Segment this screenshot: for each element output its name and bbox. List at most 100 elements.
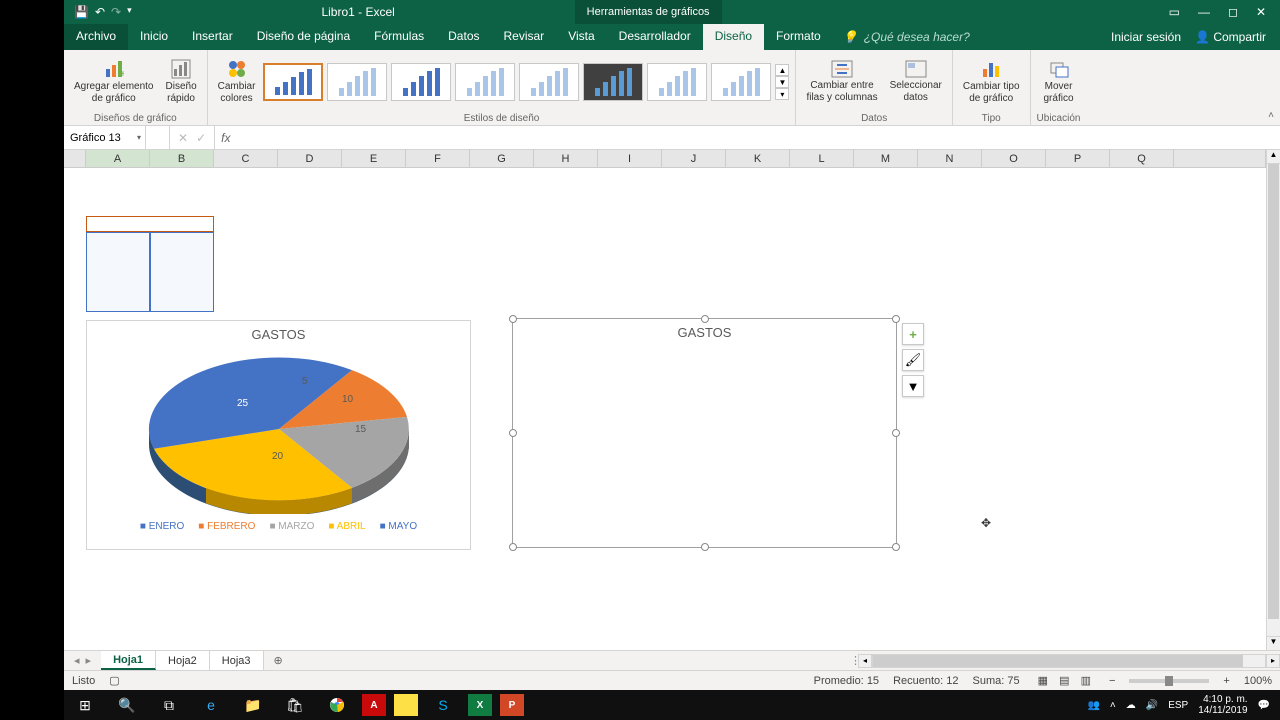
column-header[interactable]: P	[1046, 150, 1110, 168]
tab-desarrollador[interactable]: Desarrollador	[607, 24, 703, 50]
collapse-ribbon-icon[interactable]: ˄	[1268, 110, 1274, 121]
store-icon[interactable]: 🛍	[278, 691, 312, 719]
column-header[interactable]: C	[214, 150, 278, 168]
pie-chart-object[interactable]: GASTOS 5 10	[86, 320, 471, 550]
view-normal-icon[interactable]: ▦	[1034, 675, 1052, 687]
tab-datos[interactable]: Datos	[436, 24, 491, 50]
hscroll-thumb[interactable]	[873, 655, 1243, 667]
close-icon[interactable]: ✕	[1256, 5, 1266, 19]
hscroll-right-icon[interactable]: ▸	[1266, 654, 1280, 668]
tab-insertar[interactable]: Insertar	[180, 24, 245, 50]
chrome-icon[interactable]	[320, 691, 354, 719]
scroll-up-icon[interactable]: ▲	[1267, 150, 1280, 164]
gallery-up-icon[interactable]: ▲	[775, 64, 789, 76]
zoom-out-icon[interactable]: −	[1109, 675, 1115, 687]
system-clock[interactable]: 4:10 p. m.14/11/2019	[1198, 694, 1247, 716]
select-data-button[interactable]: Seleccionar datos	[886, 58, 946, 106]
switch-row-column-button[interactable]: Cambiar entre filas y columnas	[802, 58, 881, 106]
action-center-icon[interactable]: 💬	[1258, 700, 1270, 711]
accept-formula-icon[interactable]: ✓	[196, 131, 206, 145]
column-header[interactable]: N	[918, 150, 982, 168]
edge-icon[interactable]: e	[194, 691, 228, 719]
fx-icon[interactable]: fx	[215, 126, 236, 149]
tray-up-icon[interactable]: ˄	[1110, 700, 1116, 711]
chart-filters-button[interactable]: ▼	[902, 375, 924, 397]
vertical-scrollbar[interactable]: ▲ ▼	[1266, 150, 1280, 650]
quick-layout-button[interactable]: Diseño rápido	[162, 57, 201, 107]
chart-style-6[interactable]	[583, 63, 643, 101]
formula-input[interactable]	[236, 126, 1280, 149]
move-chart-button[interactable]: Mover gráfico	[1040, 57, 1078, 107]
change-chart-type-button[interactable]: Cambiar tipo de gráfico	[959, 57, 1024, 107]
tab-chart-formato[interactable]: Formato	[764, 24, 833, 50]
sheet-tab-hoja3[interactable]: Hoja3	[210, 651, 264, 670]
start-button[interactable]: ⊞	[68, 691, 102, 719]
task-view-icon[interactable]: ⧉	[152, 691, 186, 719]
chart-style-8[interactable]	[711, 63, 771, 101]
column-header[interactable]: I	[598, 150, 662, 168]
sticky-notes-icon[interactable]	[394, 694, 418, 716]
gallery-more-icon[interactable]: ▾	[775, 88, 789, 100]
macro-record-icon[interactable]: ▢	[109, 674, 119, 687]
chart-elements-button[interactable]: +	[902, 323, 924, 345]
cancel-formula-icon[interactable]: ✕	[178, 131, 188, 145]
acrobat-icon[interactable]: A	[362, 694, 386, 716]
sheet-tab-hoja1[interactable]: Hoja1	[101, 651, 156, 670]
tab-revisar[interactable]: Revisar	[492, 24, 557, 50]
powerpoint-icon[interactable]: P	[500, 694, 524, 716]
column-header[interactable]: B	[150, 150, 214, 168]
customize-qat-icon[interactable]: ▾	[127, 5, 132, 19]
column-header[interactable]: A	[86, 150, 150, 168]
zoom-in-icon[interactable]: +	[1223, 675, 1229, 687]
undo-icon[interactable]: ↶	[95, 5, 105, 19]
change-colors-button[interactable]: Cambiar colores	[214, 57, 260, 107]
excel-taskbar-icon[interactable]: X	[468, 694, 492, 716]
zoom-level[interactable]: 100%	[1244, 675, 1272, 687]
chart-style-4[interactable]	[455, 63, 515, 101]
column-header[interactable]: Q	[1110, 150, 1174, 168]
column-header[interactable]: G	[470, 150, 534, 168]
chart-styles-button[interactable]: 🖌	[902, 349, 924, 371]
column-header[interactable]: J	[662, 150, 726, 168]
column-header[interactable]: H	[534, 150, 598, 168]
column-header[interactable]: M	[854, 150, 918, 168]
sheet-nav-prev-icon[interactable]: ▸	[86, 654, 92, 667]
column-header[interactable]: D	[278, 150, 342, 168]
sign-in-link[interactable]: Iniciar sesión	[1111, 30, 1181, 44]
add-chart-element-button[interactable]: + Agregar elemento de gráfico	[70, 57, 158, 107]
onedrive-icon[interactable]: ☁	[1126, 700, 1136, 711]
chart-style-5[interactable]	[519, 63, 579, 101]
share-button[interactable]: 👤 Compartir	[1195, 30, 1266, 44]
column-header[interactable]: E	[342, 150, 406, 168]
skype-icon[interactable]: S	[426, 691, 460, 719]
horizontal-scrollbar[interactable]: ⋮ ◂ ▸	[850, 651, 1280, 670]
hscroll-left-icon[interactable]: ◂	[858, 654, 872, 668]
worksheet-grid[interactable]: ABCDEFGHIJKLMNOPQ GASTOS	[64, 150, 1280, 650]
bar-chart-object[interactable]: + 🖌 ▼ GASTOS	[512, 318, 897, 548]
name-box[interactable]: Gráfico 13	[64, 126, 146, 149]
scroll-down-icon[interactable]: ▼	[1267, 636, 1280, 650]
keyboard-lang[interactable]: ESP	[1168, 700, 1188, 711]
maximize-icon[interactable]: ◻	[1228, 5, 1238, 19]
chart-style-3[interactable]	[391, 63, 451, 101]
chart-style-7[interactable]	[647, 63, 707, 101]
add-sheet-button[interactable]: ⊕	[264, 651, 293, 670]
tab-archivo[interactable]: Archivo	[64, 24, 128, 50]
view-page-layout-icon[interactable]: ▤	[1055, 675, 1073, 687]
ribbon-display-icon[interactable]: ▭	[1169, 5, 1180, 19]
column-header[interactable]: F	[406, 150, 470, 168]
tab-vista[interactable]: Vista	[556, 24, 606, 50]
column-header[interactable]: O	[982, 150, 1046, 168]
people-icon[interactable]: 👥	[1087, 700, 1099, 711]
zoom-slider[interactable]	[1129, 679, 1209, 683]
search-icon[interactable]: 🔍	[110, 691, 144, 719]
volume-icon[interactable]: 🔊	[1146, 700, 1158, 711]
sheet-tab-hoja2[interactable]: Hoja2	[156, 651, 210, 670]
column-header[interactable]: K	[726, 150, 790, 168]
tab-formulas[interactable]: Fórmulas	[362, 24, 436, 50]
tell-me-search[interactable]: 💡 ¿Qué desea hacer?	[833, 24, 980, 50]
chart-style-2[interactable]	[327, 63, 387, 101]
minimize-icon[interactable]: —	[1198, 5, 1210, 19]
tab-chart-diseno[interactable]: Diseño	[703, 24, 764, 50]
column-header[interactable]: L	[790, 150, 854, 168]
